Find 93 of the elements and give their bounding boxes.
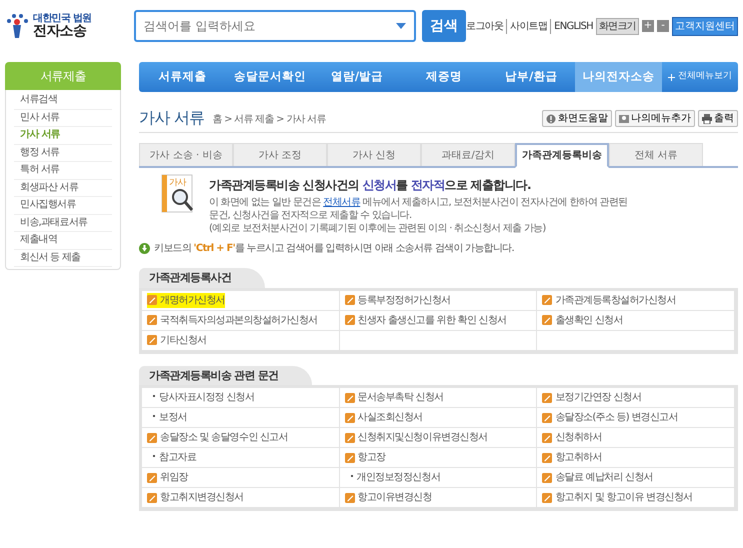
document-link[interactable]: 가족관계등록창설허가신청서 (542, 292, 676, 308)
sidebar-item[interactable]: 민사집행서류 (14, 197, 112, 214)
caret-icon[interactable] (396, 23, 406, 29)
screen-size-label: 화면크기 (596, 18, 639, 34)
document-link[interactable]: 항고장 (344, 450, 386, 466)
document-link[interactable]: 항고이유변경신청 (344, 490, 432, 506)
top-link[interactable]: 사이트맵 (506, 18, 548, 34)
document-link[interactable]: 송달장소(주소 등) 변경신고서 (542, 410, 678, 426)
document-link[interactable]: 위임장 (147, 470, 188, 486)
menu-button[interactable]: 나의메뉴추가 (615, 110, 695, 128)
document-icon (147, 472, 157, 483)
document-icon (147, 315, 157, 326)
help-button[interactable]: 화면도움말 (542, 110, 612, 128)
document-icon (542, 315, 552, 326)
sidebar-item[interactable]: 행정 서류 (14, 144, 112, 162)
sidebar-item[interactable]: 회신서 등 제출 (14, 250, 112, 267)
tab[interactable]: 가사 신청 (327, 143, 421, 166)
printer-icon (702, 114, 712, 124)
search-field[interactable]: 검색어를 입력하세요 (134, 10, 416, 42)
tab[interactable]: 가족관계등록비송 (515, 143, 609, 168)
document-link[interactable]: 문서송부촉탁 신청서 (344, 390, 444, 406)
document-icon (542, 452, 552, 463)
document-link[interactable]: 송달장소 및 송달영수인 신고서 (147, 430, 288, 446)
sidebar-item[interactable]: 회생파산 서류 (14, 180, 112, 197)
document-link[interactable]: 보정서 (159, 410, 187, 426)
logo-title: 전자소송 (33, 24, 86, 40)
document-icon (147, 432, 157, 443)
document-icon (344, 295, 355, 306)
document-icon (344, 392, 355, 403)
document-link[interactable]: 출생확인 신청서 (542, 312, 623, 328)
document-icon (542, 492, 552, 503)
document-icon (542, 392, 552, 403)
document-link[interactable]: 개명허가신청서 (147, 292, 225, 308)
intro-text: 이 화면에 없는 일반 문건은 전체서류 메뉴에서 제출하시고, 보전처분사건이 전자사건에 한하여 관련된 문건, 신청사건을 전자적으로 제출할 수 있습니다. (209, 196, 628, 222)
intro-heading: 가족관계등록비송 신청사건의 신청서를 전자적으로 제출합니다. (209, 177, 532, 194)
tab[interactable]: 가사 소송 · 비송 (139, 143, 233, 166)
search-hint: 키보드의 'Ctrl + F'를 누르시고 검색어를 입력하시면 아래 소송서류 검색이 가능합니다. (154, 242, 514, 256)
tab[interactable]: 과태료/감치 (421, 143, 515, 166)
page-title: 가사 서류 (139, 108, 204, 128)
sidebar-item[interactable]: 민사 서류 (14, 110, 112, 127)
tab[interactable]: 전체 서류 (609, 143, 703, 166)
logo-icon (5, 12, 29, 39)
logo-subtitle: 대한민국 법원 (33, 12, 92, 24)
document-link[interactable]: 신청취지및신청이유변경신청서 (344, 430, 488, 446)
sidebar-item[interactable]: 제출내역 (14, 232, 112, 250)
bullet-icon (350, 475, 353, 478)
document-link[interactable]: 국적취득자의성과본의창설허가신청서 (147, 312, 318, 328)
document-icon (344, 315, 355, 326)
sidebar-title: 서류제출 (5, 62, 121, 90)
document-icon (344, 412, 355, 423)
search-button[interactable]: 검색 (422, 10, 466, 42)
document-link[interactable]: 기타신청서 (147, 332, 206, 348)
document-icon (147, 492, 157, 503)
document-link[interactable]: 송달료 예납처리 신청서 (542, 470, 653, 486)
document-link[interactable]: 친생자 출생신고를 위한 확인 신청서 (344, 312, 506, 328)
document-link[interactable]: 사실조회신청서 (344, 410, 423, 426)
document-icon (542, 472, 552, 483)
document-link[interactable]: 개인정보정정신청서 (356, 470, 440, 486)
tab[interactable]: 가사 조정 (233, 143, 327, 166)
document-link[interactable]: 보정기간연장 신청서 (542, 390, 642, 406)
document-icon (147, 295, 157, 306)
top-link[interactable]: ENGLISH (550, 18, 593, 34)
sidebar-item[interactable]: 특허 서류 (14, 162, 112, 180)
document-link[interactable]: 항고취하서 (542, 450, 602, 466)
plus-icon (668, 74, 676, 80)
document-link[interactable]: 등록부정정허가신청서 (344, 292, 450, 308)
document-icon (542, 432, 552, 443)
top-link[interactable]: 로그아웃 (466, 18, 504, 34)
link[interactable]: 전체서류 (323, 197, 360, 208)
info-icon (546, 114, 556, 124)
print-button[interactable]: 출력 (698, 110, 738, 128)
document-link[interactable]: 항고취지 및 항고이유 변경신청서 (542, 490, 692, 506)
document-icon (542, 412, 552, 423)
intro-note: (예외로 보전처분사건이 기록폐기된 이후에는 관련된 이의 · 취소신청서 제출 가능) (209, 222, 547, 236)
zoom-button[interactable]: - (657, 20, 669, 32)
document-search-icon: 가사 (161, 174, 195, 214)
document-link[interactable]: 신청취하서 (542, 430, 602, 446)
sidebar-item[interactable]: 서류검색 (14, 92, 112, 110)
download-icon (139, 243, 150, 254)
document-icon (344, 432, 355, 443)
person-card-icon (619, 114, 629, 124)
section-title: 가족관계등록사건 (139, 268, 266, 288)
document-link[interactable]: 참고자료 (159, 450, 196, 466)
zoom-button[interactable]: + (642, 20, 654, 32)
document-icon (344, 492, 355, 503)
document-icon (542, 295, 552, 306)
document-link[interactable]: 당사자표시정정 신청서 (159, 390, 254, 406)
document-icon (344, 452, 355, 463)
section-title: 가족관계등록비송 관련 문건 (139, 366, 312, 386)
breadcrumb: 홈 > 서류 제출 > 가사 서류 (212, 113, 326, 128)
sidebar-item[interactable]: 비송,과태료서류 (14, 214, 112, 232)
document-link[interactable]: 항고취지변경신청서 (147, 490, 244, 506)
document-icon (147, 335, 157, 346)
